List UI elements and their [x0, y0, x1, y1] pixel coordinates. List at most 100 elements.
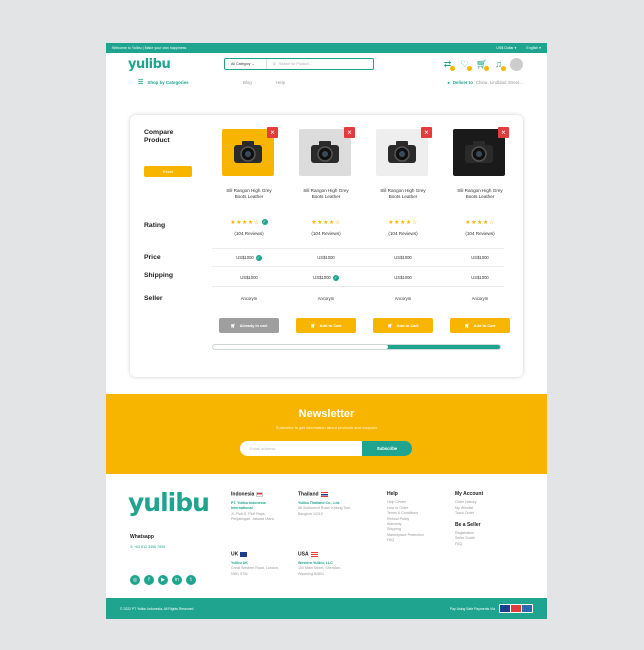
product-image[interactable]: × [299, 127, 355, 176]
product-name[interactable]: Slil Rangon High Grey Boots Leather [287, 188, 365, 201]
social-links: ◎ f ▶ in t [130, 575, 196, 585]
company-name: PT. Yulibu Indonesia International [231, 500, 266, 511]
shipping-value: US$1000 [441, 275, 519, 280]
logo[interactable]: yulibu [128, 57, 171, 72]
remove-product-button[interactable]: × [421, 127, 432, 138]
country-name: USA [298, 551, 309, 558]
youtube-icon[interactable]: ▶ [158, 575, 168, 585]
currency-select[interactable]: US$ Dollar ▾ [496, 46, 516, 50]
shipping-text: US$1000 [313, 275, 331, 281]
thailand-flag-icon [320, 492, 328, 497]
facebook-icon[interactable]: f [144, 575, 154, 585]
product-name[interactable]: Slil Rangon High Grey Boots Leather [210, 188, 288, 201]
email-field[interactable]: Email address [240, 441, 362, 456]
product-name-line2: Boots Leather [311, 194, 341, 200]
country-name: Indonesia [231, 491, 255, 498]
button-label: Add to Cart [396, 323, 419, 328]
remove-product-button[interactable]: × [267, 127, 278, 138]
compare-card: Compare Product Reset Rating Price Shipp… [130, 115, 523, 377]
seller-title: Be a Seller [455, 521, 481, 528]
newsletter-subtitle: Subscribe to get information about produ… [275, 425, 378, 430]
reset-button[interactable]: Reset [144, 166, 192, 177]
already-in-cart-button[interactable]: 🛒︎ Already in cart [219, 318, 279, 333]
instagram-icon[interactable]: ◎ [130, 575, 140, 585]
account-links: My Account Order History My Wishlist Track… [455, 491, 515, 547]
cart-icon: 🛒︎ [310, 323, 316, 328]
add-to-cart-button[interactable]: 🛒︎ Add to Cart [296, 318, 356, 333]
office-thailand: Thailand Yulibu Thailand Co., Ltd. 88 Su… [298, 492, 353, 517]
product-name-line2: Boots Leather [234, 194, 264, 200]
bottom-bar: © 2022 PT Yulibu Indonesia. All Rights R… [106, 598, 547, 619]
search-bar: All Category ⌄ ⌕ Search for Product... [224, 58, 374, 70]
product-image[interactable]: × [222, 127, 278, 176]
linkedin-icon[interactable]: in [172, 575, 182, 585]
subscribe-button[interactable]: Subscribe [362, 441, 412, 456]
price-value: US$1000 [364, 255, 442, 260]
product-image[interactable]: × [376, 127, 432, 176]
stars-value: ★★★★☆ [388, 220, 418, 226]
rating-label: Rating [144, 222, 166, 229]
remove-product-button[interactable]: × [344, 127, 355, 138]
header: yulibu All Category ⌄ ⌕ Search for Produ… [106, 53, 547, 75]
stars-value: ★★★★☆ [230, 220, 260, 226]
product-image[interactable]: × [453, 127, 509, 176]
cart-icon: 🛒︎ [387, 323, 393, 328]
review-count: (104 Reviews) [311, 231, 341, 236]
price-label: Price [144, 254, 161, 261]
footer-logo[interactable]: yulibu [128, 488, 210, 517]
newsletter-section: Newsletter Subscribe to get information … [106, 394, 547, 474]
compare-title: Compare Product [144, 129, 173, 145]
nav-blog[interactable]: Blog [243, 80, 252, 85]
product-name-line2: Boots Leather [465, 194, 495, 200]
product-column: × Slil Rangon High Grey Boots Leather [441, 127, 519, 201]
company-address: Great Western Road, London, NW1 5TW [231, 566, 279, 576]
avatar[interactable] [510, 58, 523, 71]
compare-icon[interactable]: ⇄ [442, 59, 455, 71]
language-select[interactable]: English ▾ [526, 46, 541, 50]
whatsapp-phone[interactable]: ✆ +62 812 3456 7890 [130, 545, 165, 549]
company-address: Jl. Pluit Jl. Pluit Raya, Penjaringan, J… [231, 511, 274, 522]
company-address: 100 Main Street, Sheridan, Wyoming 82801 [298, 566, 341, 576]
cart-icon: 🛒︎ [464, 323, 470, 328]
stars-value: ★★★★☆ [465, 220, 495, 226]
shipping-text: US$1000 [240, 275, 258, 280]
account-title: My Account [455, 491, 484, 497]
usa-flag-icon [310, 552, 318, 557]
shop-by-categories[interactable]: ☰ Shop by Categories [138, 79, 189, 86]
add-to-cart-button[interactable]: 🛒︎ Add to Cart [450, 318, 510, 333]
search-placeholder: Search for Product... [278, 62, 312, 66]
twitter-icon[interactable]: t [186, 575, 196, 585]
category-select[interactable]: All Category ⌄ [225, 59, 267, 69]
button-label: Already in cart [239, 323, 268, 328]
footer-link[interactable]: FAQ [387, 538, 447, 543]
company-address: 88 Sukhumvit Road, Khlong Toei, Bangkok … [298, 506, 352, 516]
office-usa: USA Western Yulibu, LLC 100 Main Street,… [298, 552, 353, 577]
wishlist-icon[interactable]: ♡ [459, 59, 472, 71]
rating-stars: ★★★★☆ [441, 219, 519, 226]
search-input[interactable]: ⌕ Search for Product... [267, 61, 312, 67]
nav-help[interactable]: Help [276, 80, 285, 85]
indonesia-flag-icon [256, 492, 264, 497]
product-name[interactable]: Slil Rangon High Grey Boots Leather [364, 188, 442, 201]
shipping-text: US$1000 [471, 275, 489, 280]
shipping-value: US$1000 ✓ [287, 275, 365, 281]
scrollbar-thumb[interactable] [213, 345, 388, 349]
add-to-cart-button[interactable]: 🛒︎ Add to Cart [373, 318, 433, 333]
notification-icon[interactable]: ♫ [493, 59, 506, 71]
seller-value: Ancorym [317, 296, 335, 301]
product-name-line2: Boots Leather [388, 194, 418, 200]
deliver-to[interactable]: ● Deliver to China, Lindblad Street... [447, 80, 523, 85]
country-name: Thailand [298, 491, 319, 498]
button-label: Add to Cart [319, 323, 342, 328]
remove-product-button[interactable]: × [498, 127, 509, 138]
cart-icon[interactable]: 🛒︎ [476, 59, 489, 71]
review-count: (104 Reviews) [465, 231, 495, 236]
page: Welcome to Yulibu | Make your own happin… [106, 43, 547, 619]
footer-link[interactable]: Track Order [455, 511, 515, 516]
amex-card-icon [522, 605, 532, 612]
seller-value: Ancorym [394, 296, 412, 301]
review-count: (104 Reviews) [234, 231, 264, 236]
compare-scrollbar[interactable] [212, 344, 501, 350]
footer-link[interactable]: FAQ [455, 542, 515, 547]
product-name[interactable]: Slil Rangon High Grey Boots Leather [441, 188, 519, 201]
